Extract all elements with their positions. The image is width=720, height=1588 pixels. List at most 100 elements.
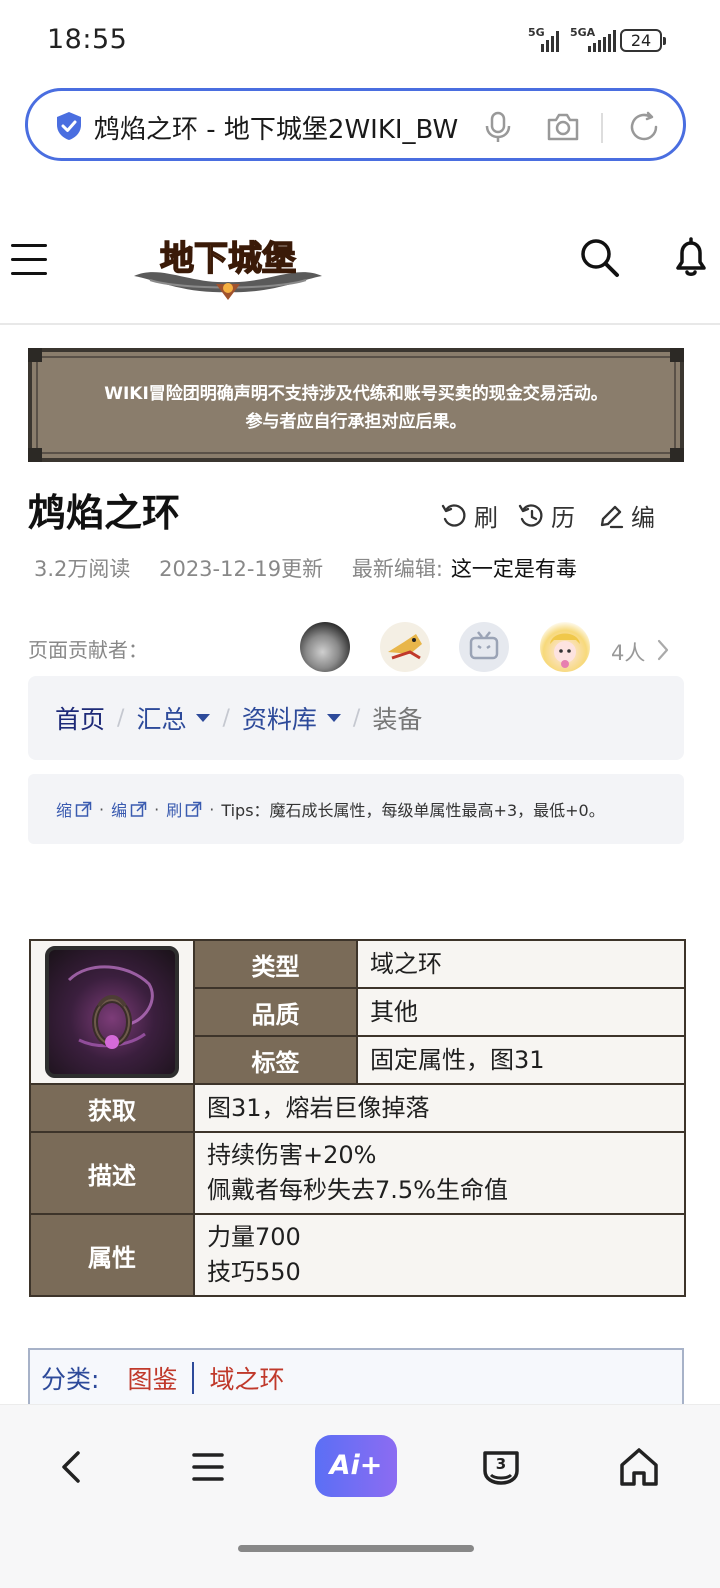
breadcrumb-database[interactable]: 资料库 bbox=[242, 700, 341, 736]
bird-avatar-icon bbox=[388, 634, 422, 660]
avatar[interactable] bbox=[300, 622, 350, 672]
breadcrumb-separator: / bbox=[222, 705, 230, 731]
avatar[interactable] bbox=[380, 622, 430, 672]
breadcrumb-summary[interactable]: 汇总 bbox=[136, 700, 211, 736]
home-indicator[interactable] bbox=[238, 1545, 474, 1552]
type-key: 类型 bbox=[193, 939, 358, 989]
history-icon bbox=[518, 503, 543, 527]
chevron-right-icon[interactable] bbox=[655, 638, 671, 662]
last-editor-label: 最新编辑: bbox=[351, 557, 443, 581]
menu-list-icon[interactable] bbox=[186, 1445, 230, 1489]
history-button[interactable]: 历 bbox=[517, 498, 575, 533]
description-line: 佩戴者每秒失去7.5%生命值 bbox=[207, 1176, 508, 1204]
ai-assistant-button[interactable]: Ai+ bbox=[315, 1435, 397, 1497]
external-link-icon bbox=[130, 801, 147, 817]
refresh-icon bbox=[441, 503, 466, 527]
breadcrumb-separator: / bbox=[352, 705, 361, 731]
tips-text: Tips：魔石成长属性，每级单属性最高+3，最低+0。 bbox=[221, 801, 605, 820]
ring-icon bbox=[67, 965, 154, 1049]
attribute-line: 力量700 bbox=[207, 1223, 301, 1251]
page-title: 鸩焰之环 bbox=[28, 491, 181, 535]
banner-corner bbox=[28, 448, 42, 462]
tabs-icon[interactable]: 3 bbox=[479, 1445, 523, 1489]
reload-icon[interactable] bbox=[626, 109, 662, 145]
url-text[interactable]: 鸩焰之环 - 地下城堡2WIKI_BW bbox=[94, 109, 462, 146]
breadcrumb-separator: / bbox=[117, 705, 125, 731]
refresh-label: 刷 bbox=[474, 504, 498, 532]
back-icon[interactable] bbox=[50, 1445, 94, 1489]
item-info-table: 类型 域之环 品质 其他 标签 固定属性，图31 获取 图31，熔岩巨像掉落 描… bbox=[29, 939, 686, 1297]
site-header: 地下城堡 bbox=[0, 200, 720, 325]
contributors-label: 页面贡献者： bbox=[28, 638, 148, 662]
shield-icon bbox=[57, 112, 81, 140]
svg-text:地下城堡: 地下城堡 bbox=[160, 239, 296, 279]
notice-line-2: 参与者应自行承担对应后果。 bbox=[245, 412, 467, 432]
site-logo[interactable]: 地下城堡 bbox=[130, 224, 326, 304]
signal-bars-1-icon bbox=[541, 30, 559, 52]
microphone-icon[interactable] bbox=[480, 109, 516, 145]
status-time: 18:55 bbox=[47, 24, 128, 55]
tags-value: 固定属性，图31 bbox=[356, 1035, 686, 1085]
external-link-icon bbox=[185, 801, 202, 817]
anime-avatar-icon bbox=[550, 633, 580, 668]
caret-down-icon bbox=[326, 714, 341, 722]
bottom-navigation: Ai+ 3 bbox=[0, 1404, 720, 1588]
dot-separator: · bbox=[154, 799, 160, 819]
avatar[interactable] bbox=[459, 622, 509, 672]
bell-icon[interactable] bbox=[670, 236, 712, 278]
edit-label: 编 bbox=[631, 504, 655, 532]
home-icon[interactable] bbox=[617, 1445, 661, 1489]
item-image-cell bbox=[29, 939, 195, 1085]
category-label: 分类: bbox=[41, 1365, 100, 1394]
history-label: 历 bbox=[551, 504, 575, 532]
status-bar: 18:55 5G 5GA 24 bbox=[0, 0, 720, 80]
avatar[interactable] bbox=[540, 622, 590, 672]
notice-text: WIKI冒险团明确声明不支持涉及代练和账号买卖的现金交易活动。 参与者应自行承担… bbox=[32, 380, 680, 436]
breadcrumb-database-label: 资料库 bbox=[241, 705, 317, 734]
svg-text:3: 3 bbox=[496, 1455, 506, 1473]
camera-icon[interactable] bbox=[545, 109, 581, 145]
dot-separator: · bbox=[99, 799, 105, 819]
pencil-icon bbox=[600, 505, 624, 528]
quality-key: 品质 bbox=[193, 987, 358, 1037]
quality-value: 其他 bbox=[356, 987, 686, 1037]
search-icon[interactable] bbox=[578, 236, 620, 278]
collapse-link[interactable]: 缩 bbox=[56, 797, 92, 821]
breadcrumb-summary-label: 汇总 bbox=[136, 705, 187, 734]
tools-bar: 缩 · 编 · 刷 · Tips：魔石成长属性，每级单属性最高+3，最低+0。 bbox=[28, 774, 684, 844]
breadcrumb-current: 装备 bbox=[372, 705, 423, 734]
notice-banner: WIKI冒险团明确声明不支持涉及代练和账号买卖的现金交易活动。 参与者应自行承担… bbox=[28, 348, 684, 462]
source-key: 获取 bbox=[29, 1083, 195, 1133]
category-link[interactable]: 图鉴 bbox=[127, 1360, 177, 1396]
category-link[interactable]: 域之环 bbox=[209, 1360, 284, 1396]
updated-date: 2023-12-19更新 bbox=[159, 557, 324, 581]
refresh-link-label: 刷 bbox=[166, 801, 183, 820]
category-separator bbox=[192, 1362, 195, 1394]
contributor-count[interactable]: 4人 bbox=[611, 637, 645, 667]
caret-down-icon bbox=[196, 714, 211, 722]
type-value: 域之环 bbox=[356, 939, 686, 989]
tags-key: 标签 bbox=[193, 1035, 358, 1085]
ring-image bbox=[45, 946, 179, 1078]
battery-icon: 24 bbox=[620, 29, 666, 52]
menu-icon[interactable] bbox=[11, 244, 47, 278]
source-value: 图31，熔岩巨像掉落 bbox=[193, 1083, 686, 1133]
attributes-value: 力量700 技巧550 bbox=[193, 1213, 686, 1297]
signal-bars-2-icon bbox=[588, 30, 616, 52]
description-line: 持续伤害+20% bbox=[207, 1141, 377, 1169]
external-link-icon bbox=[75, 801, 92, 817]
refresh-link[interactable]: 刷 bbox=[166, 797, 202, 821]
attributes-key: 属性 bbox=[29, 1213, 195, 1297]
address-bar[interactable]: 鸩焰之环 - 地下城堡2WIKI_BW bbox=[25, 88, 686, 161]
edit-button[interactable]: 编 bbox=[597, 498, 655, 533]
tv-avatar-icon bbox=[469, 631, 499, 660]
banner-corner bbox=[670, 448, 684, 462]
edit-link[interactable]: 编 bbox=[111, 797, 147, 821]
banner-corner bbox=[28, 348, 42, 362]
breadcrumb-home[interactable]: 首页 bbox=[55, 700, 105, 736]
page-meta: 3.2万阅读 2023-12-19更新 最新编辑: 这一定是有毒 bbox=[34, 553, 599, 583]
refresh-button[interactable]: 刷 bbox=[440, 498, 498, 533]
description-value: 持续伤害+20% 佩戴者每秒失去7.5%生命值 bbox=[193, 1131, 686, 1215]
dot-separator: · bbox=[209, 799, 215, 819]
last-editor-link[interactable]: 这一定是有毒 bbox=[451, 557, 577, 581]
